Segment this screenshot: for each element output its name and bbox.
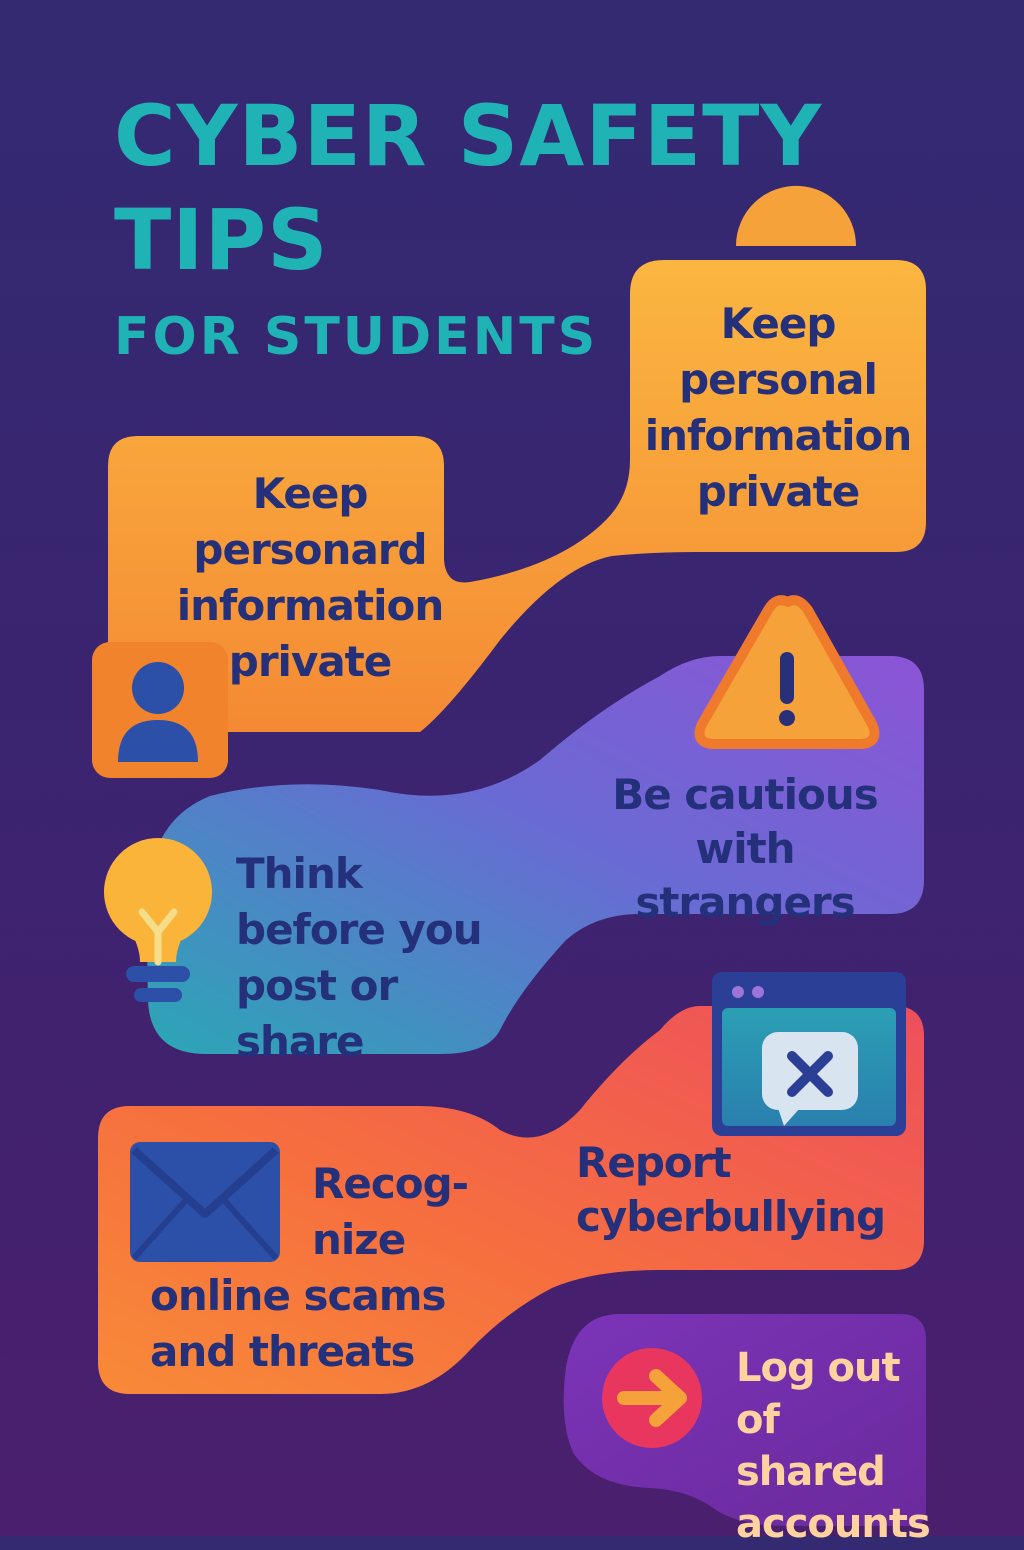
subtitle: FOR STUDENTS — [114, 307, 599, 367]
infographic: CYBER SAFETY TIPS FOR STUDENTS Keep pers… — [0, 0, 1024, 1547]
tip-keep-personal-info-duplicate: Keep personard information private — [176, 469, 444, 686]
title-line-1: CYBER SAFETY — [114, 87, 823, 185]
envelope-icon — [130, 1142, 280, 1262]
report-window-icon — [712, 972, 906, 1136]
tip-be-cautious: Be cautious with strangers — [612, 770, 879, 927]
tip-recognize-top: Recog- nize — [312, 1159, 469, 1264]
tip-keep-personal-info: Keep personal information private — [644, 299, 912, 516]
arrow-right-icon — [602, 1348, 702, 1448]
title-line-2: TIPS — [114, 191, 329, 289]
tip-report-cyberbullying: Report cyberbullying — [576, 1138, 886, 1241]
tip-think-before-post: Think before you post or share — [236, 849, 483, 1066]
tip-recognize-bottom: online scams and threats — [150, 1271, 447, 1376]
tip-log-out: Log out of shared accounts — [736, 1345, 931, 1547]
